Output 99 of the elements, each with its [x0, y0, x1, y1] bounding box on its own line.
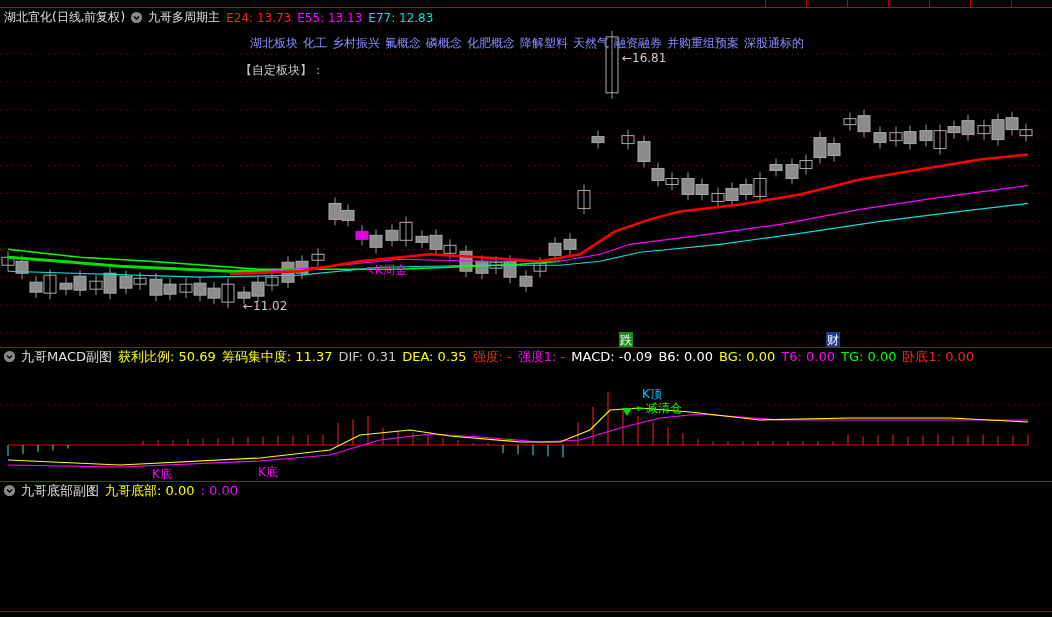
pane-title: 九哥MACD副图 [21, 347, 112, 366]
candlestick [1005, 111, 1019, 137]
indicator-value: E55: 13.13 [297, 10, 363, 25]
candlestick [519, 269, 533, 293]
indicator-value: 强度: - [472, 347, 512, 366]
candlestick [193, 276, 207, 302]
candlestick [591, 130, 605, 150]
signal-annotation: K底 [258, 465, 278, 479]
indicator-value: 筹码集中度: 11.37 [221, 347, 333, 366]
candlestick [385, 223, 399, 247]
indicator-value: : 0.00 [200, 483, 238, 498]
concept-tag[interactable]: 湖北板块 [250, 35, 298, 52]
candlestick [443, 238, 457, 260]
candlestick [341, 203, 355, 227]
indicator-value: BG: 0.00 [719, 349, 776, 364]
candlestick [873, 126, 887, 150]
indicator-value: B6: 0.00 [658, 349, 714, 364]
candlestick [961, 114, 975, 142]
concept-tag[interactable]: 化工 [303, 35, 327, 52]
indicator-title: 九哥多周期主 [148, 9, 221, 26]
candlestick [459, 244, 473, 278]
indicator-value: T6: 0.00 [781, 349, 835, 364]
price-annotation: ←11.02 [243, 299, 288, 314]
signal-marker: 财 [826, 332, 840, 347]
candlestick [769, 158, 783, 177]
candlestick [475, 254, 489, 280]
indicator-value: E77: 12.83 [368, 10, 434, 25]
dropdown-icon[interactable] [131, 12, 143, 23]
indicator-value: MACD: -0.09 [571, 349, 653, 364]
candlestick [563, 232, 577, 256]
concept-tag[interactable]: 化肥概念 [467, 35, 515, 52]
candlestick [753, 172, 767, 203]
candlestick [1, 250, 15, 272]
candlestick [889, 126, 903, 148]
candlestick [665, 172, 679, 191]
down-arrow-icon [622, 408, 632, 416]
candlestick [533, 256, 547, 278]
concept-tag[interactable]: 乡村振兴 [332, 35, 380, 52]
pane-title: 九哥底部副图 [21, 481, 99, 500]
indicator-value: E24: 13.73 [226, 10, 292, 25]
candlestick [328, 196, 342, 226]
candlestick [695, 178, 709, 201]
candlestick [739, 178, 753, 201]
concept-tag[interactable]: 深股通标的 [744, 35, 804, 52]
candlestick [355, 224, 369, 246]
candlestick [15, 254, 29, 280]
candlestick [725, 182, 739, 207]
candlestick [43, 268, 57, 300]
candlestick [207, 281, 221, 305]
candlestick [415, 229, 429, 249]
dropdown-icon[interactable] [4, 351, 15, 362]
candlestick [429, 228, 443, 256]
concept-tag[interactable]: 并购重组预案 [667, 35, 739, 52]
candlestick [827, 137, 841, 163]
candlestick [399, 215, 413, 247]
signal-annotation: K底 [152, 467, 172, 481]
candlestick [919, 124, 933, 148]
candlestick [59, 276, 73, 296]
candlestick [149, 272, 163, 302]
candlestick [681, 172, 695, 201]
concept-tag[interactable]: 天然气 [573, 35, 609, 52]
candlestick [903, 125, 917, 151]
stock-title: 湖北宜化(日线,前复权) [4, 9, 126, 26]
indicator-value: 强度1: - [517, 347, 566, 366]
concept-tag[interactable]: 磷概念 [426, 35, 462, 52]
indicator-value: 获利比例: 50.69 [117, 347, 216, 366]
concept-tag[interactable]: 降解塑料 [520, 35, 568, 52]
candlestick [311, 247, 325, 267]
indicator-value: 卧底1: 0.00 [902, 347, 975, 366]
candlestick [179, 277, 193, 299]
candlestick [251, 275, 265, 303]
dropdown-icon[interactable] [4, 485, 15, 496]
candlestick [651, 162, 665, 187]
candlestick [785, 158, 799, 185]
candlestick [29, 275, 43, 299]
indicator-value: DEA: 0.35 [402, 349, 467, 364]
custom-block-label: 【自定板块】： [240, 63, 324, 77]
candlestick [119, 269, 133, 295]
candlestick [133, 271, 147, 291]
indicator-value: DIF: 0.31 [338, 349, 397, 364]
candlestick [295, 254, 309, 280]
candlestick [221, 277, 235, 309]
signal-marker: 跌 [619, 332, 633, 347]
candlestick [281, 255, 295, 289]
candlestick [163, 277, 177, 301]
candlestick [637, 135, 651, 169]
candlestick [73, 269, 87, 297]
candlestick [621, 129, 635, 151]
candlestick [577, 184, 591, 215]
concept-tag[interactable]: 氟概念 [385, 35, 421, 52]
signal-annotation: K顶 [642, 387, 662, 401]
concept-tag[interactable]: 融资融券 [614, 35, 662, 52]
candlestick [1019, 123, 1033, 143]
candlestick [711, 186, 725, 208]
candlestick [548, 236, 562, 262]
indicator-value: 九哥底部: 0.00 [105, 481, 195, 500]
price-annotation: ←16.81 [622, 50, 667, 65]
indicator-value: TG: 0.00 [840, 349, 897, 364]
candlestick [369, 228, 383, 254]
